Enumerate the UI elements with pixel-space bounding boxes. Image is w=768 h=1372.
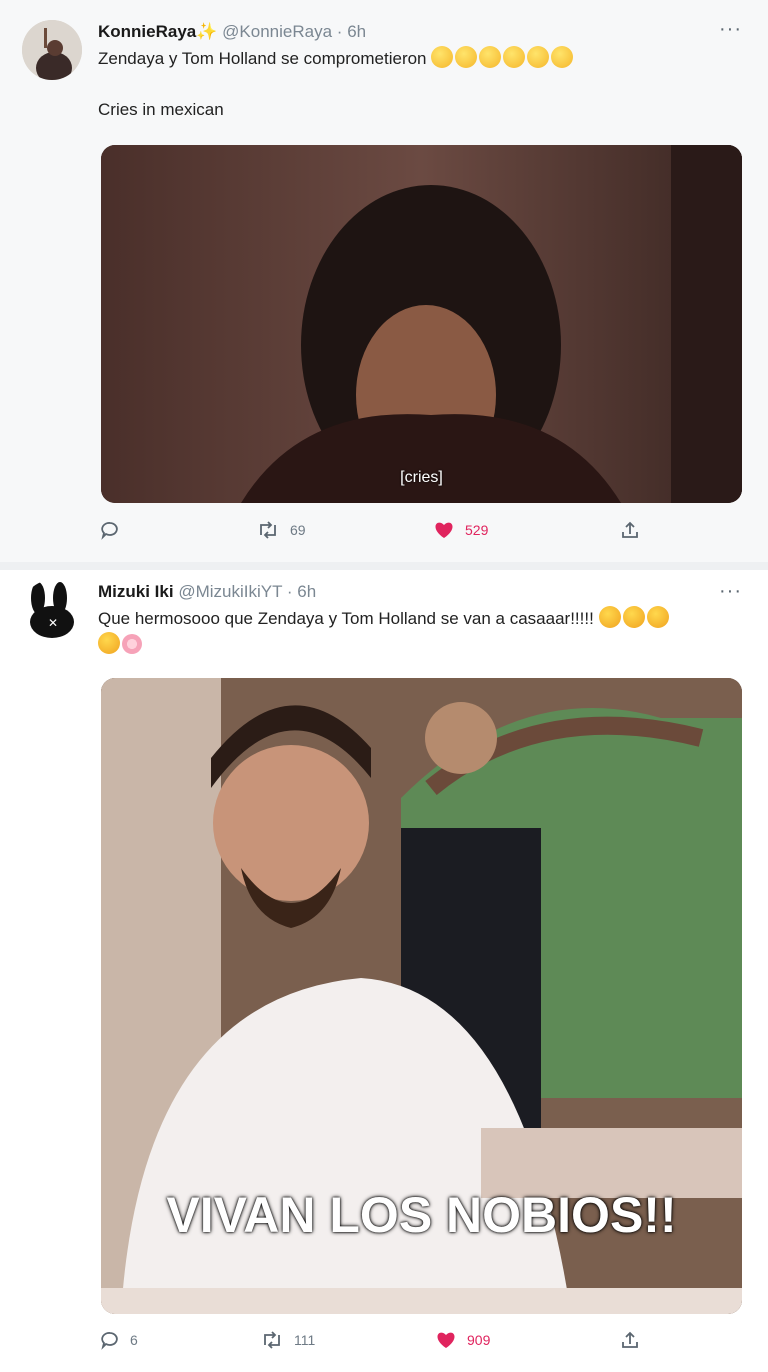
- reply-count: 6: [130, 1332, 138, 1348]
- tweet-actions: 69 529: [0, 520, 768, 550]
- timestamp[interactable]: 6h: [347, 22, 366, 41]
- retweet-icon: [260, 1330, 284, 1350]
- party-emoji: [598, 606, 671, 628]
- handle[interactable]: @KonnieRaya: [222, 22, 332, 41]
- avatar[interactable]: ✕: [22, 580, 82, 640]
- tweet-media-gif[interactable]: [cries]: [101, 145, 742, 503]
- crying-emoji: [431, 46, 575, 68]
- tweet-text: Que hermosooo que Zendaya y Tom Holland …: [98, 606, 748, 658]
- share-icon: [620, 520, 640, 540]
- reply-icon: [100, 1330, 120, 1350]
- reply-button[interactable]: [100, 520, 130, 540]
- tweet-konnieraya[interactable]: KonnieRaya✨ @KonnieRaya · 6h ··· Zendaya…: [0, 0, 768, 562]
- like-button[interactable]: 909: [435, 1330, 490, 1350]
- media-image: [101, 145, 742, 503]
- more-icon[interactable]: ···: [719, 18, 742, 41]
- heart-icon: [433, 520, 455, 540]
- tweet-text: Zendaya y Tom Holland se comprometieron: [98, 46, 748, 72]
- retweet-count: 111: [294, 1332, 316, 1348]
- handle[interactable]: @MizukiIkiYT: [178, 582, 282, 601]
- share-button[interactable]: [620, 520, 640, 540]
- sparkles-icon: ✨: [196, 22, 218, 41]
- tweet-header: Mizuki Iki @MizukiIkiYT · 6h: [98, 582, 316, 602]
- retweet-icon: [256, 520, 280, 540]
- media-caption: VIVAN LOS NOBIOS!!: [166, 1187, 677, 1243]
- tweet-text-line: Zendaya y Tom Holland se comprometieron: [98, 49, 427, 68]
- display-name[interactable]: Mizuki Iki: [98, 582, 174, 601]
- like-count: 529: [465, 522, 489, 538]
- share-button[interactable]: [620, 1330, 640, 1350]
- tweet-mizukiiki[interactable]: ✕ Mizuki Iki @MizukiIkiYT · 6h ··· Que h…: [0, 570, 768, 1372]
- reply-icon: [100, 520, 120, 540]
- retweet-count: 69: [290, 522, 306, 538]
- like-button[interactable]: 529: [433, 520, 488, 540]
- tweet-text-line: Que hermosooo que Zendaya y Tom Holland …: [98, 609, 594, 628]
- separator: ·: [286, 582, 293, 601]
- heart-icon: [435, 1330, 457, 1350]
- tweet-header: KonnieRaya✨ @KonnieRaya · 6h: [98, 22, 366, 42]
- retweet-button[interactable]: 111: [260, 1330, 315, 1350]
- avatar[interactable]: [22, 20, 82, 80]
- more-icon[interactable]: ···: [719, 580, 742, 603]
- tweet-text-second-line: Cries in mexican: [98, 100, 224, 119]
- party-emoji: [98, 632, 122, 654]
- media-caption: [cries]: [400, 469, 443, 486]
- like-count: 909: [467, 1332, 491, 1348]
- share-icon: [620, 1330, 640, 1350]
- reply-button[interactable]: 6: [100, 1330, 138, 1350]
- flower-emoji: [122, 634, 142, 654]
- retweet-button[interactable]: 69: [256, 520, 306, 540]
- tweet-media-gif[interactable]: VIVAN LOS NOBIOS!!: [101, 678, 742, 1314]
- timestamp[interactable]: 6h: [297, 582, 316, 601]
- svg-text:✕: ✕: [48, 616, 58, 630]
- tweet-actions: 6 111 909: [0, 1330, 768, 1360]
- separator: ·: [336, 22, 343, 41]
- display-name[interactable]: KonnieRaya: [98, 22, 196, 41]
